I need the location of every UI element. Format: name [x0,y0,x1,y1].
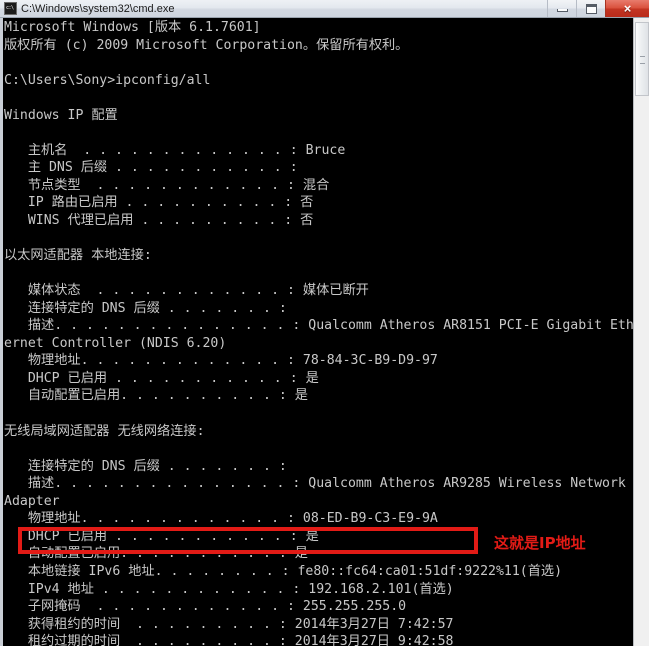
title-bar[interactable]: C:\Windows\system32\cmd.exe × [0,0,649,18]
cmd-console-icon [4,2,17,15]
window-title: C:\Windows\system32\cmd.exe [21,2,175,15]
maximize-icon [585,3,597,14]
minimize-button[interactable] [547,0,576,17]
ipv4-annotation-text: 这就是IP地址 [494,534,586,552]
close-icon: × [623,1,632,16]
title-bar-left: C:\Windows\system32\cmd.exe [0,2,547,15]
scrollbar-thumb[interactable] [635,22,649,96]
close-button[interactable]: × [605,0,649,17]
vertical-scrollbar[interactable] [633,18,649,646]
minimize-icon [556,9,568,12]
cmd-window: C:\Windows\system32\cmd.exe × Microsoft … [0,0,649,646]
window-controls: × [547,0,649,17]
maximize-button[interactable] [576,0,605,17]
